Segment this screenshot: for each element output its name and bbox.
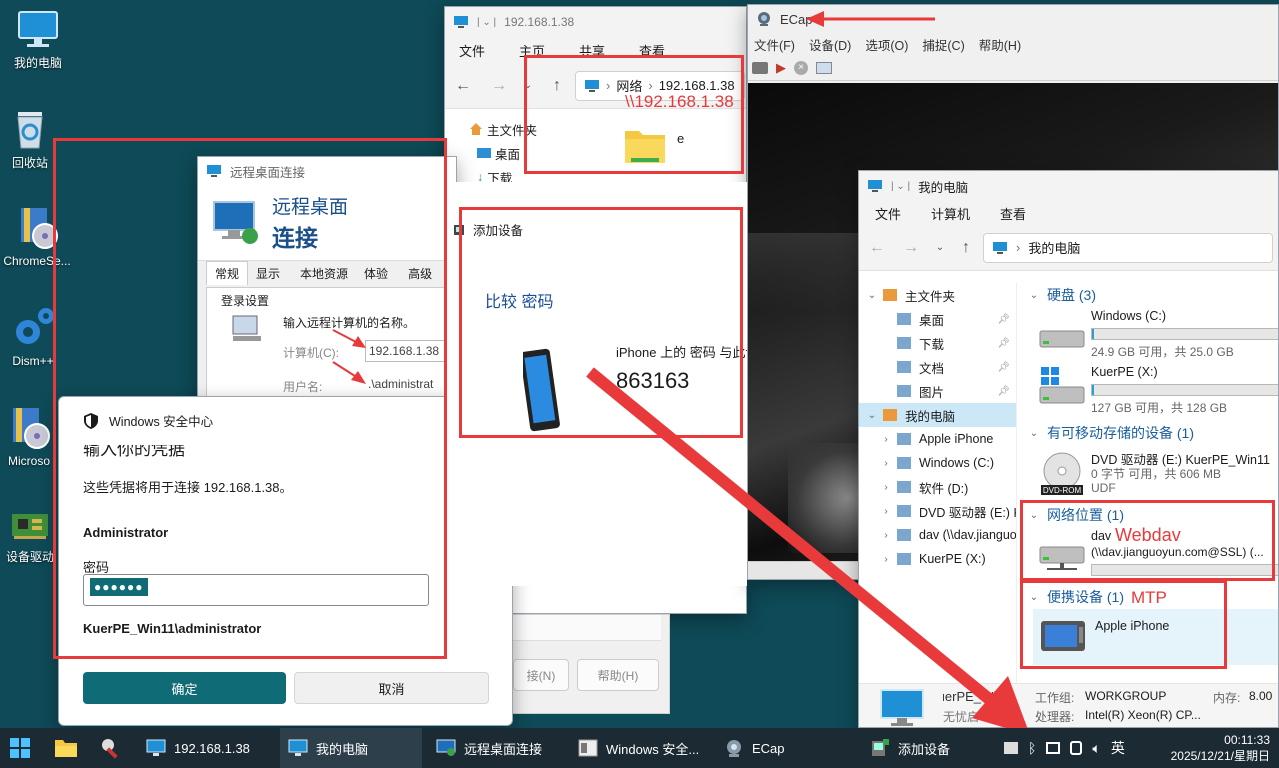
monitor-icon [288,739,308,756]
usb-device-icon[interactable] [1070,741,1083,755]
taskbar-item-add-device[interactable]: 添加设备 [862,728,958,768]
taskbar: 192.168.1.38 我的电脑 远程桌面连接 Windows 安全... E… [0,728,1279,768]
system-tray: ᛒ 🔈︎ 英 [1004,728,1125,768]
taskbar-tools[interactable] [92,728,132,768]
clock[interactable]: 00:11:33 2025/12/21/星期日 [1160,728,1270,768]
monitor-icon [146,739,166,756]
tray-app-icon[interactable] [1004,742,1018,754]
folder-icon [55,740,77,757]
network-icon[interactable] [1046,742,1061,754]
bluetooth-icon[interactable]: ᛒ [1028,740,1036,756]
volume-icon[interactable]: 🔈︎ [1092,740,1100,757]
taskbar-file-explorer[interactable] [46,728,86,768]
ime-indicator[interactable]: 英 [1111,738,1125,758]
taskbar-item-my-computer[interactable]: 我的电脑 [280,728,422,768]
annotation-arrows [332,11,1030,735]
taskbar-item-rdp[interactable]: 远程桌面连接 [428,728,550,768]
taskbar-item-ecap[interactable]: ECap [716,728,793,768]
taskbar-item-security[interactable]: Windows 安全... [570,728,707,768]
add-device-icon [872,739,889,756]
tools-icon [102,739,118,759]
windows-logo-icon [10,738,30,758]
rdp-icon [436,739,456,756]
clock-date: 2025/12/21/星期日 [1170,749,1270,763]
window-icon [578,739,598,757]
clock-time: 00:11:33 [1224,733,1270,747]
taskbar-item-network[interactable]: 192.168.1.38 [138,728,258,768]
webcam-icon [727,740,741,757]
start-button[interactable] [2,728,42,768]
